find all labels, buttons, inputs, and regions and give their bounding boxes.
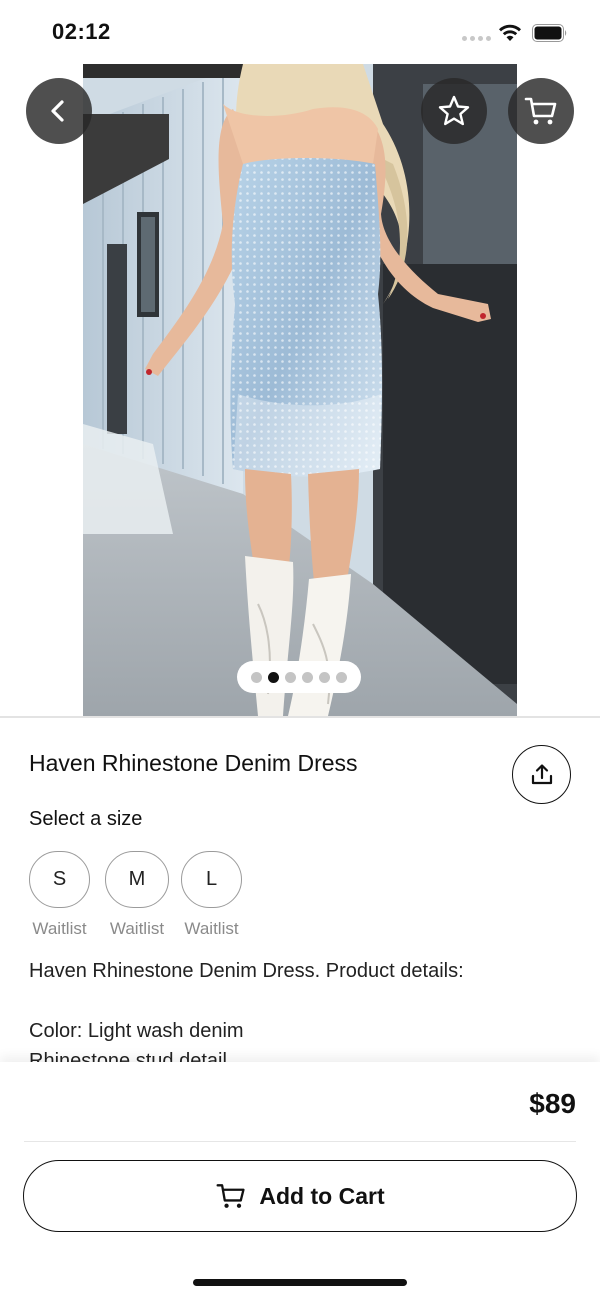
size-option-l[interactable]: L Waitlist bbox=[181, 851, 242, 939]
share-icon bbox=[531, 763, 552, 784]
chevron-left-icon bbox=[51, 100, 64, 122]
status-bar: 02:12 bbox=[0, 0, 600, 64]
size-status-l: Waitlist bbox=[184, 919, 239, 938]
pager-dot-active[interactable] bbox=[268, 671, 279, 683]
product-title: Haven Rhinestone Denim Dress bbox=[29, 750, 358, 776]
wifi-icon bbox=[499, 24, 521, 41]
product-description: Haven Rhinestone Denim Dress. Product de… bbox=[29, 956, 569, 1062]
star-outline-icon bbox=[438, 95, 470, 126]
description-line: Color: Light wash denim bbox=[29, 1020, 244, 1042]
share-button[interactable] bbox=[512, 745, 571, 804]
cart-icon bbox=[216, 1184, 245, 1208]
description-line: Haven Rhinestone Denim Dress. Product de… bbox=[29, 960, 464, 982]
back-button[interactable] bbox=[26, 78, 92, 144]
product-photo bbox=[83, 64, 517, 716]
add-to-cart-label: Add to Cart bbox=[259, 1182, 385, 1209]
add-to-cart-button[interactable]: Add to Cart bbox=[23, 1160, 577, 1232]
product-image-gallery[interactable] bbox=[83, 64, 517, 716]
size-option-s[interactable]: S Waitlist bbox=[29, 851, 90, 939]
size-status-s: Waitlist bbox=[32, 919, 87, 938]
pager-dot[interactable] bbox=[302, 671, 313, 683]
pager-dot[interactable] bbox=[319, 671, 330, 683]
status-time: 02:12 bbox=[52, 19, 111, 44]
size-status-m: Waitlist bbox=[109, 919, 165, 938]
image-pager-dots[interactable] bbox=[237, 661, 361, 693]
pager-dot[interactable] bbox=[251, 671, 262, 683]
size-button-m[interactable]: M bbox=[105, 851, 169, 908]
size-option-m[interactable]: M Waitlist bbox=[105, 851, 169, 939]
battery-icon bbox=[532, 24, 567, 42]
pager-dot[interactable] bbox=[285, 671, 296, 683]
price: $89 bbox=[529, 1088, 576, 1119]
favorite-button[interactable] bbox=[421, 78, 487, 144]
cellular-signal-icon bbox=[462, 36, 491, 41]
divider bbox=[0, 716, 600, 718]
cart-button[interactable] bbox=[508, 78, 574, 144]
size-button-s[interactable]: S bbox=[29, 851, 90, 908]
divider bbox=[24, 1141, 576, 1142]
description-line: Rhinestone stud detail bbox=[29, 1050, 227, 1062]
size-label: Select a size bbox=[29, 808, 143, 830]
size-button-l[interactable]: L bbox=[181, 851, 242, 908]
description-container: Haven Rhinestone Denim Dress. Product de… bbox=[0, 940, 600, 1062]
pager-dot[interactable] bbox=[336, 671, 347, 683]
home-indicator[interactable] bbox=[193, 1279, 407, 1286]
cart-icon bbox=[524, 97, 557, 125]
description-line bbox=[29, 986, 569, 1016]
